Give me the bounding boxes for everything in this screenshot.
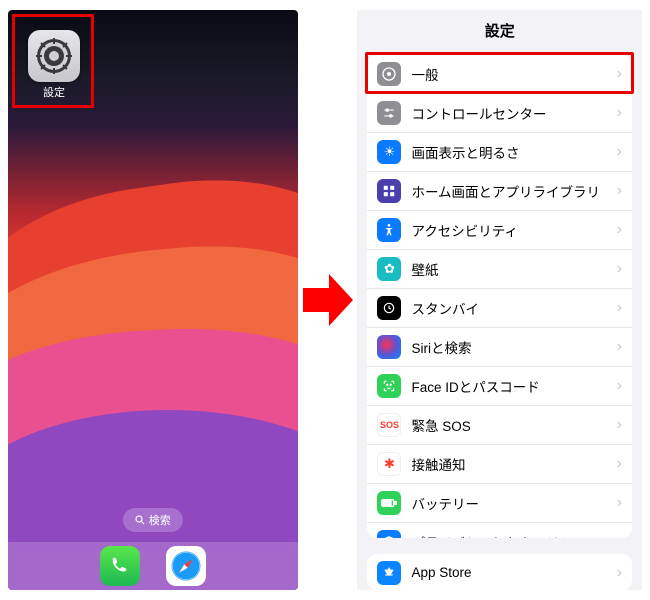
dock [8, 542, 298, 590]
phone-icon [109, 555, 131, 577]
row-faceid[interactable]: Face IDとパスコード › [367, 367, 632, 406]
settings-list-2: App Store › [367, 554, 632, 590]
sun-icon: ☀ [377, 140, 401, 164]
flower-icon: ✿ [377, 257, 401, 281]
phone-app-icon[interactable] [100, 546, 140, 586]
row-label: アクセシビリティ [411, 220, 616, 240]
accessibility-icon [377, 218, 401, 242]
chevron-right-icon: › [617, 299, 622, 317]
chevron-right-icon: › [617, 65, 622, 83]
hand-icon [377, 530, 401, 538]
row-exposure[interactable]: ✱ 接触通知 › [367, 445, 632, 484]
chevron-right-icon: › [617, 260, 622, 278]
row-wallpaper[interactable]: ✿ 壁紙 › [367, 250, 632, 289]
row-label: App Store [411, 565, 616, 580]
row-battery[interactable]: バッテリー › [367, 484, 632, 523]
row-label: Siriと検索 [411, 337, 616, 357]
siri-icon [377, 335, 401, 359]
row-label: スタンバイ [411, 298, 616, 318]
row-home-screen[interactable]: ホーム画面とアプリライブラリ › [367, 172, 632, 211]
row-appstore[interactable]: App Store › [367, 554, 632, 590]
row-privacy[interactable]: プライバシーとセキュリティ › [367, 523, 632, 538]
row-label: バッテリー [411, 493, 616, 513]
arrow-right-icon [303, 270, 353, 330]
home-screen: 設定 検索 [8, 10, 298, 590]
chevron-right-icon: › [617, 416, 622, 434]
spotlight-search[interactable]: 検索 [123, 508, 183, 532]
sliders-icon [377, 101, 401, 125]
chevron-right-icon: › [617, 104, 622, 122]
chevron-right-icon: › [617, 338, 622, 356]
chevron-right-icon: › [617, 564, 622, 582]
settings-list: 一般 › コントロールセンター › ☀ 画面表示と明るさ › ホーム画面とアプリ… [367, 55, 632, 538]
grid-icon [377, 179, 401, 203]
settings-title: 設定 [357, 10, 642, 55]
highlight-settings-app [12, 14, 94, 108]
row-siri[interactable]: Siriと検索 › [367, 328, 632, 367]
search-icon [135, 515, 145, 525]
row-sos[interactable]: SOS 緊急 SOS › [367, 406, 632, 445]
gear-icon [377, 62, 401, 86]
faceid-icon [377, 374, 401, 398]
row-label: 接触通知 [411, 454, 616, 474]
row-label: Face IDとパスコード [411, 376, 616, 396]
row-label: プライバシーとセキュリティ [411, 532, 616, 538]
row-control-center[interactable]: コントロールセンター › [367, 94, 632, 133]
clock-icon [377, 296, 401, 320]
chevron-right-icon: › [617, 455, 622, 473]
row-general[interactable]: 一般 › [367, 55, 632, 94]
compass-icon [169, 549, 203, 583]
chevron-right-icon: › [617, 221, 622, 239]
row-label: ホーム画面とアプリライブラリ [411, 181, 616, 201]
safari-app-icon[interactable] [166, 546, 206, 586]
appstore-icon [377, 561, 401, 585]
row-label: 壁紙 [411, 259, 616, 279]
row-label: 画面表示と明るさ [411, 142, 616, 162]
row-label: 緊急 SOS [411, 415, 616, 435]
chevron-right-icon: › [617, 533, 622, 538]
row-display[interactable]: ☀ 画面表示と明るさ › [367, 133, 632, 172]
exposure-icon: ✱ [377, 452, 401, 476]
search-label: 検索 [149, 512, 171, 528]
chevron-right-icon: › [617, 377, 622, 395]
row-standby[interactable]: スタンバイ › [367, 289, 632, 328]
settings-screen: 設定 一般 › コントロールセンター › ☀ 画面表示と明るさ › ホーム画面と… [357, 10, 642, 590]
chevron-right-icon: › [617, 182, 622, 200]
flow-arrow [298, 270, 358, 330]
sos-icon: SOS [377, 413, 401, 437]
battery-icon [377, 491, 401, 515]
row-label: コントロールセンター [411, 103, 616, 123]
chevron-right-icon: › [617, 143, 622, 161]
row-label: 一般 [411, 64, 616, 84]
row-accessibility[interactable]: アクセシビリティ › [367, 211, 632, 250]
chevron-right-icon: › [617, 494, 622, 512]
